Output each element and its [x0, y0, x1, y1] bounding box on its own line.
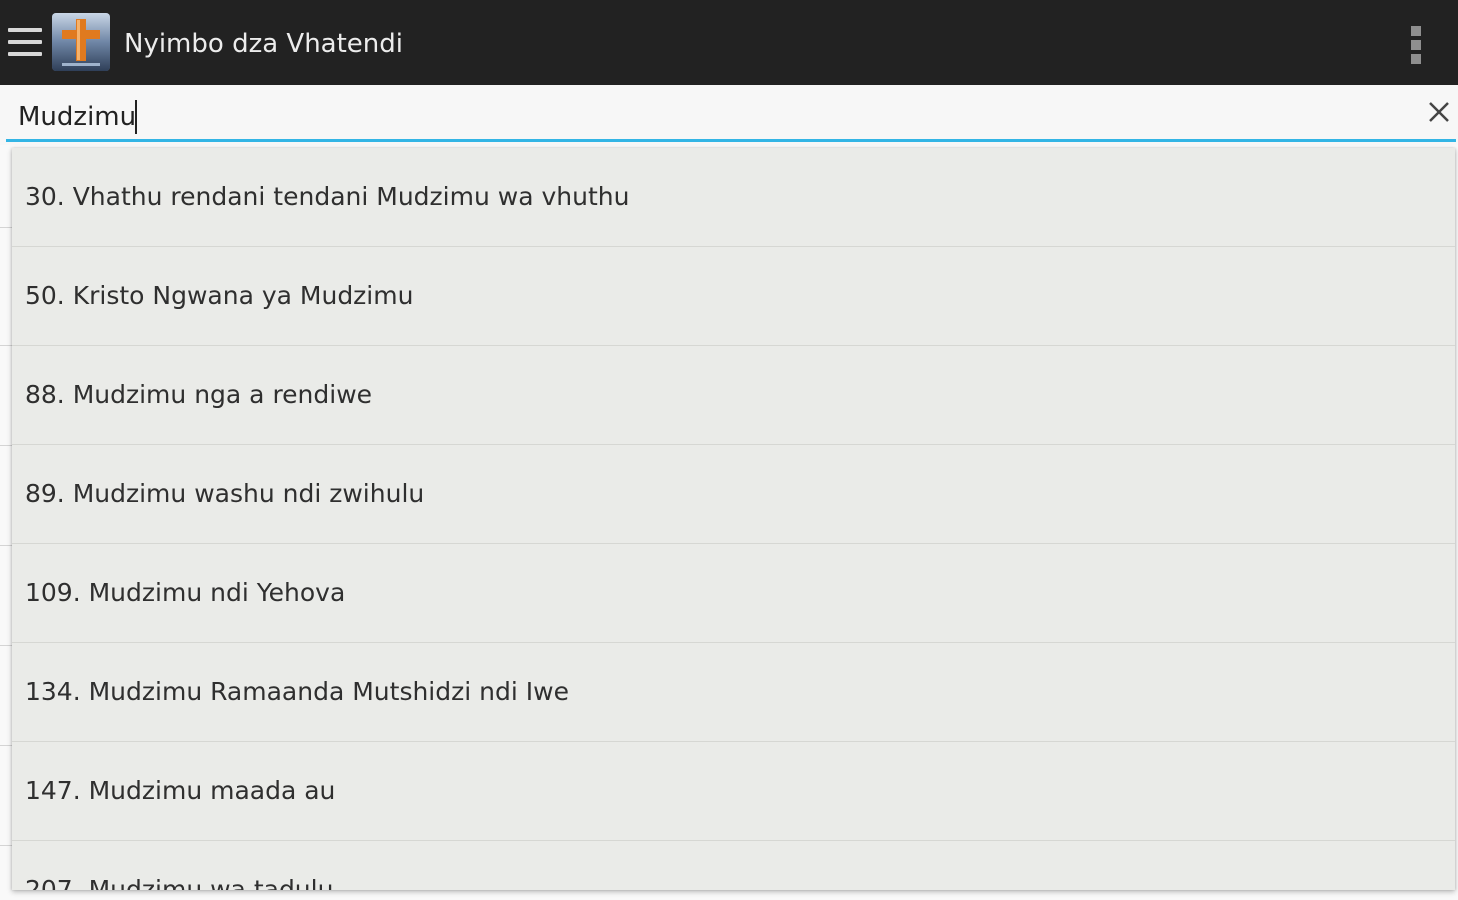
search-input[interactable] [8, 97, 1408, 137]
search-bar [0, 85, 1458, 145]
suggestion-label: 147. Mudzimu maada au [25, 776, 336, 805]
overflow-menu-icon[interactable] [1400, 22, 1432, 66]
search-underline [6, 139, 1456, 142]
hamburger-menu-icon[interactable] [6, 26, 42, 60]
suggestion-item[interactable]: 207. Mudzimu wa tadulu [12, 841, 1455, 890]
suggestion-item[interactable]: 88. Mudzimu nga a rendiwe [12, 346, 1455, 445]
suggestion-item[interactable]: 50. Kristo Ngwana ya Mudzimu [12, 247, 1455, 346]
suggestion-label: 134. Mudzimu Ramaanda Mutshidzi ndi Iwe [25, 677, 569, 706]
suggestion-item[interactable]: 89. Mudzimu washu ndi zwihulu [12, 445, 1455, 544]
search-suggestions: 30. Vhathu rendani tendani Mudzimu wa vh… [12, 148, 1455, 890]
suggestion-item[interactable]: 30. Vhathu rendani tendani Mudzimu wa vh… [12, 148, 1455, 247]
suggestion-item[interactable]: 134. Mudzimu Ramaanda Mutshidzi ndi Iwe [12, 643, 1455, 742]
suggestion-item[interactable]: 147. Mudzimu maada au [12, 742, 1455, 841]
suggestion-label: 50. Kristo Ngwana ya Mudzimu [25, 281, 414, 310]
app-title: Nyimbo dza Vhatendi [124, 29, 404, 59]
suggestion-item[interactable]: 109. Mudzimu ndi Yehova [12, 544, 1455, 643]
cross-logo-icon[interactable] [52, 13, 110, 71]
text-cursor [135, 100, 137, 134]
action-bar: Nyimbo dza Vhatendi [0, 0, 1458, 85]
suggestion-label: 89. Mudzimu washu ndi zwihulu [25, 479, 425, 508]
suggestion-label: 30. Vhathu rendani tendani Mudzimu wa vh… [25, 182, 630, 211]
suggestion-label: 88. Mudzimu nga a rendiwe [25, 380, 373, 409]
suggestion-label: 207. Mudzimu wa tadulu [25, 875, 334, 890]
close-icon[interactable] [1420, 93, 1458, 131]
suggestion-label: 109. Mudzimu ndi Yehova [25, 578, 346, 607]
